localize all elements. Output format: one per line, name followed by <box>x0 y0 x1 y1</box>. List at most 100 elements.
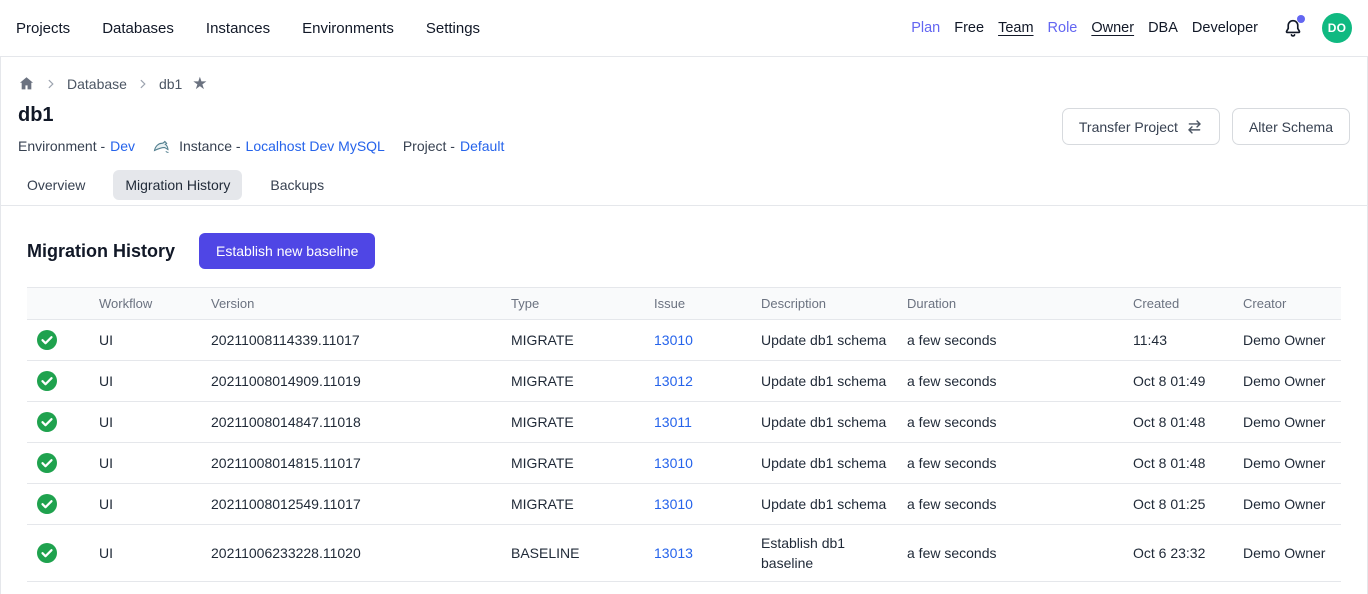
tab-migration-history[interactable]: Migration History <box>113 170 242 200</box>
transfer-project-label: Transfer Project <box>1079 119 1178 135</box>
issue-link[interactable]: 13013 <box>654 543 693 563</box>
favorite-star-icon[interactable]: ★ <box>192 75 207 92</box>
cell-created: Oct 6 23:32 <box>1133 535 1243 571</box>
cell-description: Update db1 schema <box>761 322 907 358</box>
cell-description: Establish db1 baseline <box>761 525 907 581</box>
tabs-bar: Overview Migration History Backups <box>1 170 1367 206</box>
table-row[interactable]: UI 20211008014909.11019 MIGRATE 13012 Up… <box>27 361 1341 402</box>
chevron-right-icon <box>45 78 57 90</box>
header-created: Created <box>1133 294 1243 314</box>
project-link[interactable]: Default <box>460 138 504 154</box>
cell-creator: Demo Owner <box>1243 363 1341 399</box>
issue-link[interactable]: 13010 <box>654 330 693 350</box>
table-row[interactable]: UI 20211008012549.11017 MIGRATE 13010 Up… <box>27 484 1341 525</box>
environment-link[interactable]: Dev <box>110 138 135 154</box>
nav-right: Plan Free Team Role Owner DBA Developer … <box>911 13 1352 43</box>
establish-new-baseline-button[interactable]: Establish new baseline <box>199 233 375 269</box>
cell-workflow: UI <box>99 445 211 481</box>
table-row[interactable]: UI 20211008114339.11017 MIGRATE 13010 Up… <box>27 320 1341 361</box>
nav-link-settings[interactable]: Settings <box>426 20 480 37</box>
cell-created: Oct 8 01:48 <box>1133 445 1243 481</box>
notification-dot <box>1297 15 1305 23</box>
cell-workflow: UI <box>99 404 211 440</box>
page-actions: Transfer Project Alter Schema <box>1062 108 1350 145</box>
plan-value: Free <box>954 20 984 36</box>
alter-schema-button[interactable]: Alter Schema <box>1232 108 1350 145</box>
header-description: Description <box>761 294 907 314</box>
issue-link[interactable]: 13011 <box>654 412 692 432</box>
instance-group: Instance - Localhost Dev MySQL <box>179 138 385 154</box>
cell-workflow: UI <box>99 363 211 399</box>
role-developer-link[interactable]: Developer <box>1192 20 1258 36</box>
success-status-icon <box>27 361 99 401</box>
cell-description: Update db1 schema <box>761 363 907 399</box>
cell-created: Oct 8 01:49 <box>1133 363 1243 399</box>
nav-link-databases[interactable]: Databases <box>102 20 174 37</box>
notification-bell-button[interactable] <box>1282 17 1304 39</box>
plan-team-link[interactable]: Team <box>998 20 1033 36</box>
plan-label: Plan <box>911 20 940 36</box>
home-icon[interactable] <box>18 75 35 92</box>
success-status-icon <box>27 484 99 524</box>
user-avatar[interactable]: DO <box>1322 13 1352 43</box>
cell-duration: a few seconds <box>907 404 1133 440</box>
page-title: db1 <box>18 104 516 127</box>
breadcrumb-db1[interactable]: db1 <box>159 76 182 92</box>
table-row[interactable]: UI 20211008014847.11018 MIGRATE 13011 Up… <box>27 402 1341 443</box>
cell-type: MIGRATE <box>511 363 654 399</box>
table-row[interactable]: UI 20211006233228.11020 BASELINE 13013 E… <box>27 525 1341 582</box>
migration-history-section: Migration History Establish new baseline… <box>1 233 1367 582</box>
environment-label: Environment - <box>18 138 105 154</box>
cell-type: MIGRATE <box>511 486 654 522</box>
transfer-project-button[interactable]: Transfer Project <box>1062 108 1220 145</box>
role-owner-link[interactable]: Owner <box>1091 20 1134 36</box>
cell-creator: Demo Owner <box>1243 486 1341 522</box>
nav-left: Projects Databases Instances Environment… <box>16 20 480 37</box>
tab-overview[interactable]: Overview <box>15 170 97 200</box>
cell-type: MIGRATE <box>511 404 654 440</box>
mysql-icon <box>153 138 171 154</box>
cell-duration: a few seconds <box>907 445 1133 481</box>
table-body: UI 20211008114339.11017 MIGRATE 13010 Up… <box>27 320 1341 582</box>
cell-creator: Demo Owner <box>1243 404 1341 440</box>
tab-backups[interactable]: Backups <box>258 170 336 200</box>
issue-link[interactable]: 13012 <box>654 371 693 391</box>
cell-workflow: UI <box>99 486 211 522</box>
issue-link[interactable]: 13010 <box>654 453 693 473</box>
migration-history-table: Workflow Version Type Issue Description … <box>27 287 1341 582</box>
cell-creator: Demo Owner <box>1243 445 1341 481</box>
nav-link-environments[interactable]: Environments <box>302 20 394 37</box>
cell-workflow: UI <box>99 322 211 358</box>
cell-type: MIGRATE <box>511 445 654 481</box>
header-creator: Creator <box>1243 294 1341 314</box>
cell-type: BASELINE <box>511 535 654 571</box>
breadcrumb-database[interactable]: Database <box>67 76 127 92</box>
cell-version: 20211008012549.11017 <box>211 486 511 522</box>
table-row[interactable]: UI 20211008014815.11017 MIGRATE 13010 Up… <box>27 443 1341 484</box>
title-row: db1 Environment - Dev Instance - <box>18 104 1350 154</box>
role-dba-link[interactable]: DBA <box>1148 20 1178 36</box>
cell-version: 20211008014847.11018 <box>211 404 511 440</box>
cell-created: Oct 8 01:48 <box>1133 404 1243 440</box>
nav-link-projects[interactable]: Projects <box>16 20 70 37</box>
cell-type: MIGRATE <box>511 322 654 358</box>
top-nav: Projects Databases Instances Environment… <box>0 0 1368 57</box>
instance-link[interactable]: Localhost Dev MySQL <box>246 138 385 154</box>
cell-version: 20211006233228.11020 <box>211 535 511 571</box>
header-workflow: Workflow <box>99 294 211 314</box>
alter-schema-label: Alter Schema <box>1249 119 1333 135</box>
main-content: Database db1 ★ db1 Environment - Dev <box>0 57 1368 594</box>
breadcrumb: Database db1 ★ <box>18 57 1350 92</box>
database-meta-row: Environment - Dev Instance - Localhost D… <box>18 138 516 154</box>
cell-duration: a few seconds <box>907 486 1133 522</box>
cell-duration: a few seconds <box>907 535 1133 571</box>
success-status-icon <box>27 443 99 483</box>
header-type: Type <box>511 294 654 314</box>
header-issue: Issue <box>654 294 761 314</box>
issue-link[interactable]: 13010 <box>654 494 693 514</box>
cell-duration: a few seconds <box>907 363 1133 399</box>
cell-creator: Demo Owner <box>1243 322 1341 358</box>
nav-link-instances[interactable]: Instances <box>206 20 270 37</box>
cell-duration: a few seconds <box>907 322 1133 358</box>
cell-creator: Demo Owner <box>1243 535 1341 571</box>
